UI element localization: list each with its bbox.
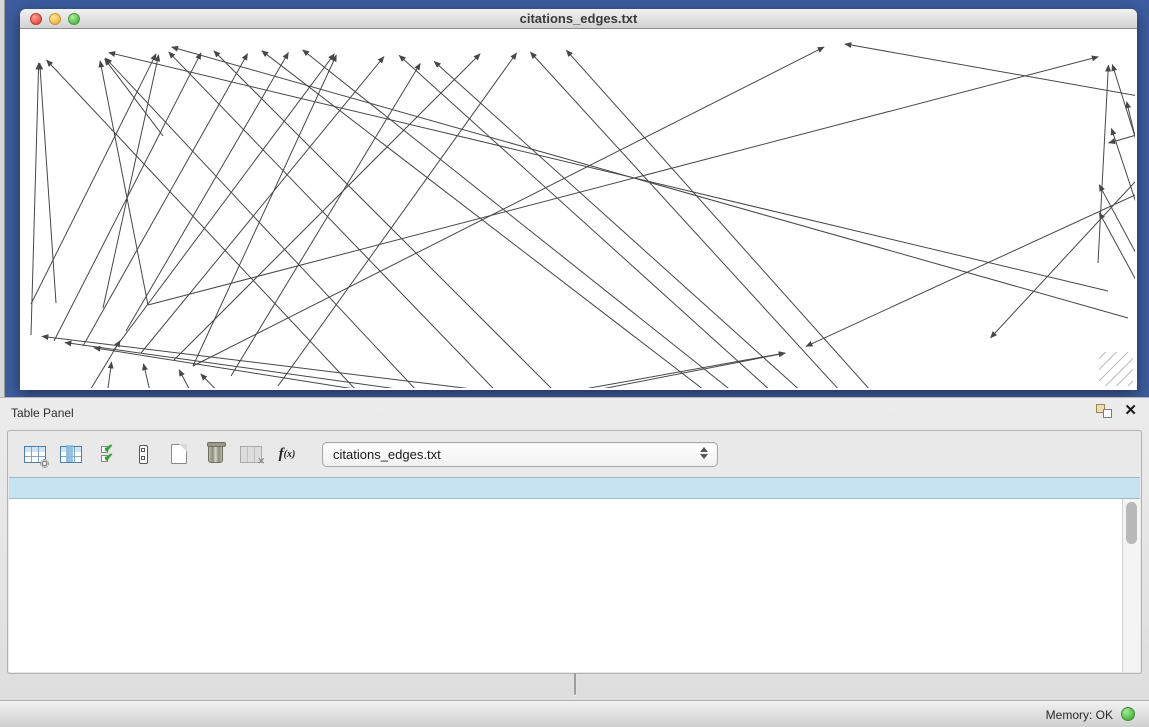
network-window-titlebar[interactable]: citations_edges.txt bbox=[20, 9, 1137, 29]
table-selector-value: citations_edges.txt bbox=[323, 447, 441, 462]
float-window-icon[interactable] bbox=[1096, 404, 1112, 418]
delete-column-icon[interactable] bbox=[200, 440, 230, 468]
collapsed-panel-strip[interactable] bbox=[0, 0, 5, 397]
network-edge[interactable] bbox=[54, 53, 201, 341]
network-edge[interactable] bbox=[845, 44, 1135, 100]
row-header-icon[interactable] bbox=[128, 440, 158, 468]
close-panel-icon[interactable]: ✕ bbox=[1124, 404, 1137, 418]
network-edge[interactable] bbox=[94, 348, 663, 388]
table-panel: Table Panel ✕ ✔ ✔ f(x) bbox=[0, 397, 1149, 700]
network-edge[interactable] bbox=[100, 61, 148, 305]
network-edge[interactable] bbox=[990, 156, 1135, 338]
table-toolbar: ✔ ✔ f(x) citations_edges.txt bbox=[8, 431, 1141, 477]
table-settings-icon[interactable] bbox=[20, 440, 50, 468]
network-edge[interactable] bbox=[169, 52, 541, 388]
network-edge[interactable] bbox=[106, 58, 461, 388]
table-panel-body: ✔ ✔ f(x) citations_edges.txt bbox=[7, 430, 1142, 674]
network-edge[interactable] bbox=[231, 63, 420, 376]
scrollbar-thumb[interactable] bbox=[1126, 502, 1137, 544]
network-edge[interactable] bbox=[399, 55, 823, 388]
network-edge[interactable] bbox=[566, 50, 913, 388]
panel-title: Table Panel bbox=[11, 406, 74, 420]
network-edge[interactable] bbox=[311, 353, 785, 388]
status-bar: Memory: OK bbox=[0, 700, 1149, 727]
network-desktop: citations_edges.txt bbox=[0, 0, 1149, 397]
network-edge[interactable] bbox=[148, 57, 1098, 305]
network-edge[interactable] bbox=[65, 343, 761, 388]
table-tabs bbox=[574, 673, 576, 695]
network-edge[interactable] bbox=[806, 184, 1135, 346]
node-table bbox=[9, 477, 1140, 672]
network-edge[interactable] bbox=[351, 353, 785, 388]
delete-table-icon bbox=[236, 440, 266, 468]
network-edge[interactable] bbox=[434, 61, 853, 388]
table-selector-dropdown[interactable]: citations_edges.txt bbox=[322, 442, 718, 467]
network-edge[interactable] bbox=[530, 52, 883, 388]
table-header-row bbox=[9, 477, 1140, 499]
select-columns-icon[interactable]: ✔ ✔ bbox=[92, 440, 122, 468]
show-column-icon[interactable] bbox=[56, 440, 86, 468]
network-edge[interactable] bbox=[262, 51, 764, 388]
table-body bbox=[9, 499, 1122, 672]
new-column-icon[interactable] bbox=[164, 440, 194, 468]
network-edge[interactable] bbox=[179, 370, 216, 388]
network-edge[interactable] bbox=[201, 374, 263, 388]
network-edge[interactable] bbox=[172, 47, 1128, 318]
window-resize-grip[interactable] bbox=[1099, 352, 1133, 386]
function-builder-icon[interactable]: f(x) bbox=[272, 440, 302, 468]
network-edge[interactable] bbox=[141, 57, 384, 353]
vertical-scrollbar[interactable] bbox=[1122, 499, 1140, 672]
network-edge[interactable] bbox=[1099, 185, 1135, 300]
network-edge[interactable] bbox=[1099, 213, 1135, 326]
network-edge[interactable] bbox=[214, 51, 601, 388]
network-edge[interactable] bbox=[31, 54, 156, 304]
network-edge[interactable] bbox=[1098, 65, 1108, 263]
network-edge[interactable] bbox=[101, 362, 112, 388]
network-edge[interactable] bbox=[109, 53, 1108, 291]
network-window: citations_edges.txt bbox=[20, 9, 1137, 390]
network-edge[interactable] bbox=[40, 63, 56, 303]
dropdown-stepper-icon bbox=[700, 447, 708, 459]
network-canvas[interactable] bbox=[22, 29, 1135, 388]
memory-status-label: Memory: OK bbox=[1046, 708, 1113, 722]
memory-ok-indicator[interactable] bbox=[1121, 707, 1135, 721]
window-title: citations_edges.txt bbox=[20, 11, 1137, 26]
network-edge[interactable] bbox=[31, 63, 39, 335]
network-edge[interactable] bbox=[144, 364, 161, 388]
table-panel-header: Table Panel ✕ bbox=[0, 398, 1149, 428]
